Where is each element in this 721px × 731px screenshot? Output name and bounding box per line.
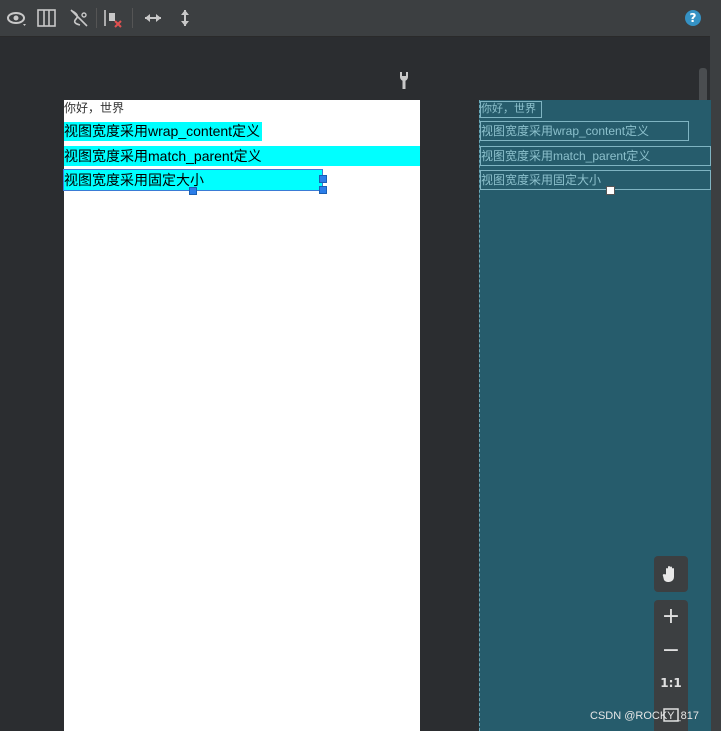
blueprint-hello-textview[interactable]: 你好，世界 — [480, 101, 542, 118]
blueprint-fixed-size-textview[interactable]: 视图宽度采用固定大小 — [480, 170, 711, 190]
layout-editor-toolbar: ? — [0, 0, 721, 37]
toolbar-separator — [132, 8, 133, 28]
wrap-content-textview[interactable]: 视图宽度采用wrap_content定义 — [64, 122, 263, 141]
wrench-icon[interactable] — [396, 70, 412, 90]
blueprint-wrap-content-textview[interactable]: 视图宽度采用wrap_content定义 — [480, 121, 689, 141]
zoom-out-button[interactable]: − — [654, 638, 688, 663]
hand-icon — [662, 566, 674, 582]
hide-constraints-icon[interactable] — [68, 7, 90, 29]
help-icon[interactable]: ? — [685, 10, 701, 26]
watermark: CSDN @ROCKY_817 — [590, 710, 699, 722]
toolbar-separator — [96, 8, 97, 28]
match-parent-textview[interactable]: 视图宽度采用match_parent定义 — [64, 146, 420, 166]
resize-handle-right[interactable] — [319, 175, 327, 183]
design-surface[interactable]: 你好，世界 视图宽度采用wrap_content定义 视图宽度采用match_p… — [63, 100, 420, 731]
eye-icon[interactable] — [6, 7, 28, 29]
clear-constraints-icon[interactable] — [102, 7, 124, 29]
resize-handle-bottom-right[interactable] — [319, 186, 327, 194]
hello-textview[interactable]: 你好，世界 — [64, 100, 124, 118]
resize-handle-bottom[interactable] — [189, 187, 197, 195]
blueprint-match-parent-textview[interactable]: 视图宽度采用match_parent定义 — [480, 146, 711, 166]
vertical-arrow-icon[interactable] — [174, 7, 196, 29]
zoom-one-to-one-button[interactable]: 1:1 — [654, 676, 688, 690]
zoom-in-button[interactable]: + — [654, 604, 688, 629]
columns-icon[interactable] — [36, 7, 58, 29]
side-panel-edge — [710, 0, 721, 731]
pan-button[interactable] — [654, 556, 688, 592]
horizontal-arrow-icon[interactable] — [142, 7, 164, 29]
blueprint-resize-handle[interactable] — [606, 186, 615, 195]
